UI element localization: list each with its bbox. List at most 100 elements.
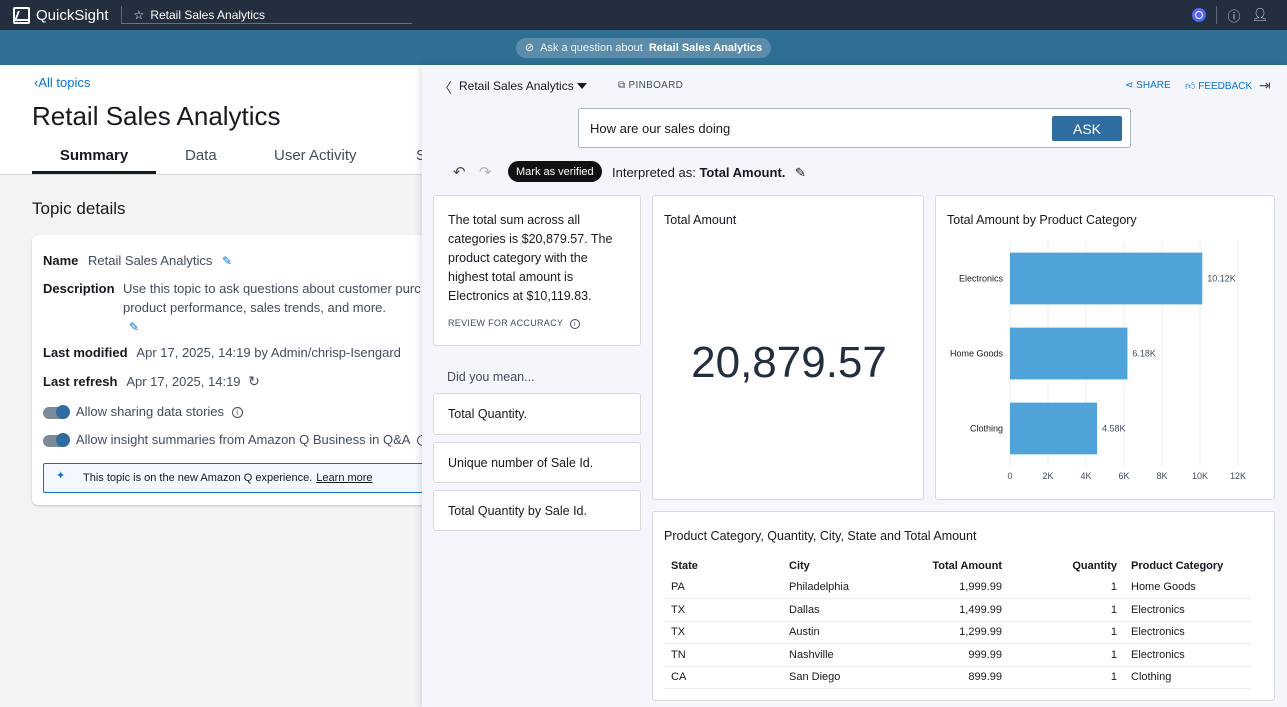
data-table: State City Total Amount Quantity Product… [664, 556, 1251, 689]
learn-more-link[interactable]: Learn more [316, 472, 372, 484]
quicksight-logo-icon [13, 6, 30, 24]
table-cell: Electronics [1124, 643, 1251, 667]
description-label: Description [43, 281, 115, 296]
ask-question-pill[interactable]: ⊘ Ask a question about Retail Sales Anal… [515, 37, 772, 58]
tab-data[interactable]: Data [185, 145, 245, 174]
mark-as-verified-button[interactable]: Mark as verified [508, 161, 602, 182]
ask-question-bar: ⊘ Ask a question about Retail Sales Anal… [0, 30, 1287, 65]
kpi-value: 20,879.57 [691, 338, 887, 387]
column-header[interactable]: Quantity [1009, 556, 1124, 576]
description-label-row: Description [43, 281, 121, 296]
table-cell: PA [664, 576, 782, 599]
last-refresh-value: Apr 17, 2025, 14:19 [126, 374, 241, 389]
suggestion-item[interactable]: Unique number of Sale Id. [433, 442, 641, 483]
top-navigation-bar: QuickSight ☆ Retail Sales Analytics ⓘ 👤︎ [0, 0, 1287, 30]
column-header[interactable]: Total Amount [882, 556, 1009, 576]
table-cell: 899.99 [882, 666, 1009, 689]
table-cell: 1 [1009, 666, 1124, 689]
insight-toggle-row: Allow insight summaries from Amazon Q Bu… [43, 432, 422, 447]
table-row: TN Nashville 999.99 1 Electronics [664, 643, 1251, 667]
suggestion-item[interactable]: Total Quantity. [433, 393, 641, 435]
interpreted-as: Interpreted as: Total Amount. ✎ [612, 165, 806, 181]
amazon-q-button[interactable] [1186, 0, 1212, 30]
column-header[interactable]: City [782, 556, 882, 576]
edit-interpretation-pencil-icon[interactable]: ✎ [795, 165, 806, 180]
question-input[interactable]: How are our sales doing ASK [578, 108, 1131, 148]
bar [1010, 402, 1098, 455]
last-modified-value: Apr 17, 2025, 14:19 by Admin/chrisp-Isen… [136, 345, 401, 360]
x-tick-label: 10K [1192, 471, 1208, 481]
table-cell: Home Goods [1124, 576, 1251, 599]
redo-icon[interactable]: ↷ [479, 163, 492, 181]
breadcrumb[interactable]: ☆ Retail Sales Analytics [134, 8, 266, 22]
undo-icon[interactable]: ↶ [453, 163, 466, 181]
data-label: 6.18K [1132, 349, 1156, 359]
table-cell: Clothing [1124, 666, 1251, 689]
suggestion-item[interactable]: Total Quantity by Sale Id. [433, 490, 641, 531]
ask-topic: Retail Sales Analytics [648, 41, 763, 54]
topbar-actions: ⓘ 👤︎ [1186, 0, 1287, 30]
quicksight-logo[interactable]: QuickSight [0, 6, 109, 24]
info-icon[interactable]: i [231, 407, 243, 419]
ask-button[interactable]: ASK [1052, 116, 1122, 141]
user-menu-button[interactable]: 👤︎ [1247, 0, 1273, 30]
sharing-toggle[interactable] [43, 404, 70, 419]
name-label: Name [43, 253, 79, 268]
column-header[interactable]: Product Category [1124, 556, 1251, 576]
ask-prefix: Ask a question about [540, 41, 643, 54]
notice-text: This topic is on the new Amazon Q experi… [83, 472, 313, 484]
interpreted-value: Total Amount. [699, 165, 786, 180]
table-cell: 1 [1009, 643, 1124, 667]
last-modified-row: Last modified Apr 17, 2025, 14:19 by Adm… [43, 345, 401, 360]
table-header-row: State City Total Amount Quantity Product… [664, 556, 1251, 576]
feedback-button[interactable]: 👍︎ FEEDBACK [1185, 80, 1252, 92]
edit-description-pencil-icon[interactable]: ✎ [129, 318, 139, 337]
breadcrumb-underline [121, 23, 412, 24]
column-header[interactable]: State [664, 556, 782, 576]
topic-header: ‹All topics Retail Sales Analytics Summa… [0, 65, 422, 175]
question-text[interactable]: How are our sales doing [590, 121, 730, 136]
close-panel-icon[interactable]: ⇥ [1259, 77, 1271, 94]
user-icon: 👤︎ [1251, 7, 1269, 22]
summary-text: The total sum across all categories is $… [448, 213, 613, 303]
tab-summary[interactable]: Summary [32, 145, 156, 174]
tab-user-activity[interactable]: User Activity [274, 145, 387, 174]
interpreted-prefix: Interpreted as: [612, 165, 696, 180]
edit-name-pencil-icon[interactable]: ✎ [222, 254, 232, 268]
refresh-icon[interactable]: ↻ [248, 373, 260, 389]
pinboard-button[interactable]: ⧉ PINBOARD [618, 80, 683, 91]
kpi-title: Total Amount [664, 213, 737, 227]
table-cell: Dallas [782, 598, 882, 622]
section-title: Topic details [32, 199, 126, 218]
insight-summaries-toggle[interactable] [43, 432, 70, 447]
data-label: 10.12K [1207, 274, 1236, 284]
share-label: SHARE [1136, 80, 1171, 91]
review-for-accuracy[interactable]: REVIEW FOR ACCURACY i [448, 318, 580, 329]
caret-down-icon[interactable] [577, 83, 587, 89]
category-label: Home Goods [950, 349, 1004, 359]
table-cell: Austin [782, 621, 882, 644]
table-cell: 1 [1009, 576, 1124, 599]
table-cell: Electronics [1124, 621, 1251, 644]
topic-tabs: Summary Data User Activity S [32, 145, 422, 174]
back-chevron-icon[interactable]: 〈 [438, 78, 452, 98]
table-cell: TX [664, 621, 782, 644]
pinboard-label: PINBOARD [628, 80, 684, 91]
table-row: PA Philadelphia 1,999.99 1 Home Goods [664, 576, 1251, 599]
all-topics-link[interactable]: ‹All topics [34, 75, 90, 90]
help-button[interactable]: ⓘ [1221, 0, 1247, 30]
last-refresh-row: Last refresh Apr 17, 2025, 14:19 ↻ [43, 373, 260, 390]
x-tick-label: 12K [1230, 471, 1246, 481]
share-button[interactable]: ⋖ SHARE [1125, 80, 1171, 91]
table-cell: Nashville [782, 643, 882, 667]
sharing-toggle-row: Allow sharing data stories i [43, 404, 243, 419]
category-label: Electronics [959, 274, 1004, 284]
topic-selector[interactable]: Retail Sales Analytics [459, 79, 574, 93]
x-tick-label: 8K [1156, 471, 1167, 481]
did-you-mean-label: Did you mean... [447, 370, 535, 384]
description-text: Use this topic to ask questions about cu… [123, 281, 421, 315]
bar [1010, 252, 1203, 305]
amazon-q-icon [1192, 8, 1206, 22]
name-row: Name Retail Sales Analytics ✎ [43, 253, 232, 268]
star-icon[interactable]: ☆ [134, 8, 145, 22]
